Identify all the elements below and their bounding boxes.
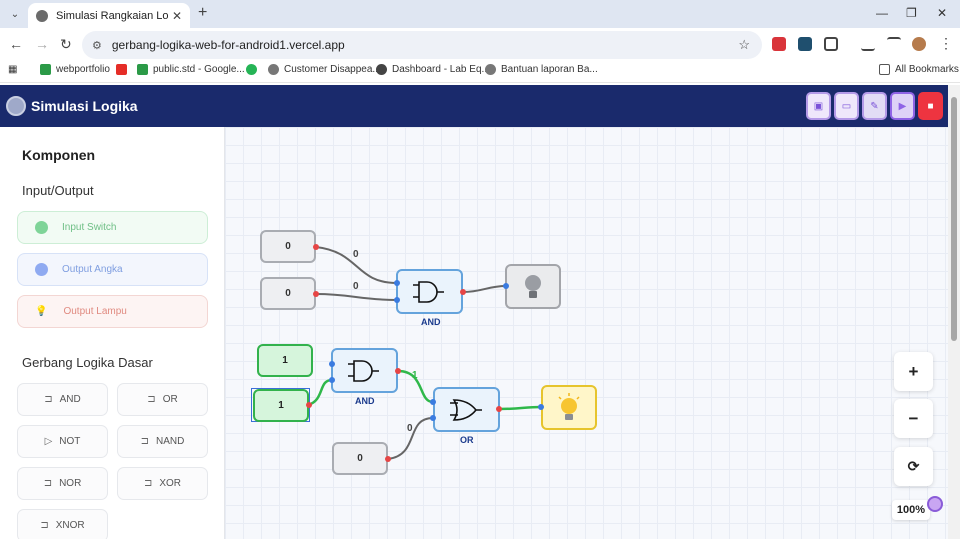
input-pin[interactable] xyxy=(503,283,509,289)
wire-value-label: 1 xyxy=(412,370,418,381)
input-pin[interactable] xyxy=(538,404,544,410)
gate-label: OR xyxy=(460,435,474,445)
input-switch[interactable]: 0 xyxy=(260,277,316,310)
wires-layer xyxy=(307,246,542,460)
output-pin[interactable] xyxy=(496,406,502,412)
input-pin[interactable] xyxy=(430,399,436,405)
output-pin[interactable] xyxy=(313,291,319,297)
and-gate[interactable] xyxy=(396,269,463,314)
output-pin[interactable] xyxy=(385,456,391,462)
wire-value-label: 0 xyxy=(353,281,359,292)
and-gate[interactable] xyxy=(331,348,398,393)
reset-zoom-button[interactable]: ⟳ xyxy=(894,447,933,486)
input-pin[interactable] xyxy=(329,377,335,383)
zoom-level: 100% xyxy=(892,500,930,520)
gate-label: AND xyxy=(355,396,375,406)
output-pin[interactable] xyxy=(395,368,401,374)
gate-label: AND xyxy=(421,317,441,327)
input-pin[interactable] xyxy=(394,297,400,303)
and-gate-icon xyxy=(348,360,379,382)
assistant-icon[interactable] xyxy=(927,496,943,512)
lightbulb-off-icon xyxy=(525,274,541,298)
output-pin[interactable] xyxy=(313,244,319,250)
and-gate-icon xyxy=(413,281,444,303)
zoom-out-button[interactable]: − xyxy=(894,399,933,438)
input-pin[interactable] xyxy=(329,361,335,367)
wire-value-label: 0 xyxy=(353,249,359,260)
output-pin[interactable] xyxy=(460,289,466,295)
input-pin[interactable] xyxy=(430,415,436,421)
output-lamp-on[interactable] xyxy=(541,385,597,430)
or-gate[interactable] xyxy=(433,387,500,432)
zoom-in-button[interactable]: + xyxy=(894,352,933,391)
lightbulb-on-icon xyxy=(558,392,580,420)
wire[interactable] xyxy=(462,285,507,293)
output-pin[interactable] xyxy=(306,402,312,408)
wire-active[interactable] xyxy=(498,405,542,411)
input-switch-on[interactable]: 1 xyxy=(257,344,313,377)
or-gate-icon xyxy=(450,399,482,421)
input-switch-on[interactable]: 1 xyxy=(253,389,309,422)
input-switch[interactable]: 0 xyxy=(260,230,316,263)
wire-active[interactable] xyxy=(307,378,333,407)
output-lamp-off[interactable] xyxy=(505,264,561,309)
wire-value-label: 0 xyxy=(407,423,413,434)
wire[interactable] xyxy=(315,293,398,301)
input-pin[interactable] xyxy=(394,280,400,286)
input-switch[interactable]: 0 xyxy=(332,442,388,475)
